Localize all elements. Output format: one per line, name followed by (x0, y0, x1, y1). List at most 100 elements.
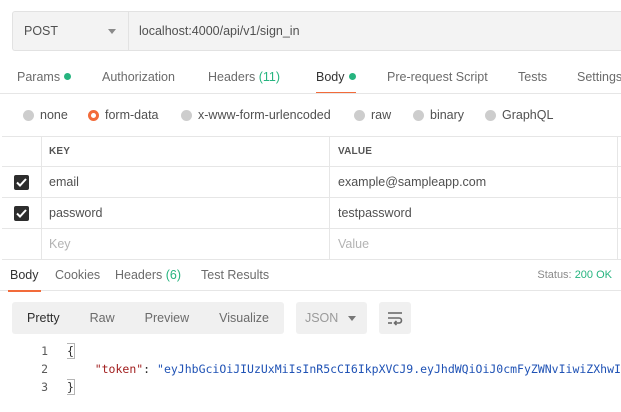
radio-binary[interactable]: binary (413, 104, 464, 126)
response-tab-test-results[interactable]: Test Results (201, 259, 269, 291)
response-headers-count: (6) (165, 268, 182, 282)
chevron-down-icon (108, 29, 116, 34)
radio-form-data-label: form-data (105, 108, 159, 122)
response-view-bar: Pretty Raw Preview Visualize JSON (12, 302, 411, 334)
tab-params[interactable]: Params (17, 62, 72, 93)
tab-settings-label: Settings (577, 70, 621, 84)
json-string-value: "eyJhbGciOiJIUzUxMiIsInR5cCI6IkpXVCJ9.ey… (157, 362, 621, 376)
tab-body-label: Body (316, 70, 345, 84)
response-tabs: Body Cookies Headers (6) Test Results St… (0, 259, 621, 292)
radio-raw[interactable]: raw (354, 104, 391, 126)
tab-pre-request-script[interactable]: Pre-request Script (387, 62, 488, 93)
url-text: localhost:4000/api/v1/sign_in (139, 24, 300, 38)
chevron-down-icon (347, 316, 356, 321)
response-tab-body-label: Body (10, 268, 39, 282)
value-cell[interactable]: testpassword (330, 198, 618, 228)
response-tab-cookies[interactable]: Cookies (55, 259, 100, 291)
header-checkbox-cell (2, 137, 42, 166)
status-code: 200 OK (574, 269, 612, 281)
value-text: testpassword (338, 206, 412, 220)
key-cell[interactable]: password (42, 198, 330, 228)
new-value-input[interactable]: Value (330, 229, 618, 259)
new-row-checkbox-cell (2, 229, 42, 259)
radio-selected-icon (88, 109, 99, 121)
response-status: Status: 200 OK (537, 259, 612, 291)
json-colon: : (143, 362, 158, 376)
new-key-input[interactable]: Key (42, 229, 330, 259)
tab-headers-count: (11) (258, 70, 281, 84)
format-select[interactable]: JSON (295, 302, 367, 334)
radio-graphql[interactable]: GraphQL (485, 104, 553, 126)
row-checkbox[interactable] (2, 167, 42, 197)
tab-tests[interactable]: Tests (518, 62, 547, 93)
radio-circle-icon (413, 109, 424, 121)
open-brace: { (67, 343, 75, 359)
response-tab-test-results-label: Test Results (201, 268, 270, 282)
check-icon (14, 205, 29, 221)
code-line: } (67, 378, 621, 396)
json-key: "token" (94, 362, 144, 376)
body-indicator-dot (348, 73, 356, 80)
tab-body[interactable]: Body (316, 62, 356, 94)
line-number: 2 (41, 362, 48, 376)
url-input[interactable]: localhost:4000/api/v1/sign_in (128, 11, 621, 51)
response-tab-cookies-label: Cookies (55, 268, 101, 282)
response-tab-headers-label: Headers (115, 268, 163, 282)
value-cell[interactable]: example@sampleapp.com (330, 167, 618, 197)
table-row-new: Key Value (2, 229, 621, 260)
tab-tests-label: Tests (518, 70, 548, 84)
code-line: { (67, 342, 621, 360)
tab-headers[interactable]: Headers (11) (208, 62, 280, 93)
value-text: example@sampleapp.com (338, 175, 487, 189)
table-header-row: KEY VALUE (2, 137, 621, 167)
radio-circle-icon (181, 109, 192, 121)
tab-params-label: Params (17, 70, 61, 84)
line-number: 3 (41, 380, 48, 394)
line-number: 1 (41, 344, 48, 358)
radio-urlencoded-label: x-www-form-urlencoded (198, 108, 331, 122)
key-cell[interactable]: email (42, 167, 330, 197)
form-data-table: KEY VALUE email example@sampleapp.com pa… (2, 136, 621, 260)
radio-none-label: none (40, 108, 68, 122)
key-text: email (49, 175, 79, 189)
column-header-value: VALUE (330, 137, 618, 166)
radio-raw-label: raw (371, 108, 392, 122)
key-text: password (49, 206, 103, 220)
tabs-divider (0, 93, 621, 94)
close-brace: } (67, 379, 75, 395)
tab-authorization-label: Authorization (102, 70, 175, 84)
radio-circle-icon (485, 109, 496, 121)
value-placeholder: Value (338, 237, 370, 251)
column-header-key: KEY (42, 137, 330, 166)
radio-urlencoded[interactable]: x-www-form-urlencoded (181, 104, 331, 126)
tab-pre-request-script-label: Pre-request Script (387, 70, 488, 84)
response-tab-body[interactable]: Body (8, 259, 40, 292)
code-line: "token": "eyJhbGciOiJIUzUxMiIsInR5cCI6Ik… (67, 360, 621, 378)
check-icon (14, 174, 29, 190)
key-placeholder: Key (49, 237, 71, 251)
line-number-gutter: 1 2 3 (0, 342, 50, 396)
wrap-lines-button[interactable] (378, 302, 411, 334)
view-visualize-button[interactable]: Visualize (204, 302, 284, 334)
tab-headers-label: Headers (208, 70, 256, 84)
request-tabs: Params Authorization Headers (11) Body P… (0, 62, 621, 94)
tab-authorization[interactable]: Authorization (102, 62, 175, 93)
format-label: JSON (304, 311, 339, 325)
view-raw-button[interactable]: Raw (75, 302, 130, 334)
view-preview-button[interactable]: Preview (130, 302, 204, 334)
params-indicator-dot (64, 73, 72, 80)
tab-settings[interactable]: Settings (577, 62, 621, 93)
response-body-editor[interactable]: 1 2 3 { "token": "eyJhbGciOiJIUzUxMiIsIn… (0, 342, 621, 402)
status-label: Status: (537, 269, 572, 281)
code-lines: { "token": "eyJhbGciOiJIUzUxMiIsInR5cCI6… (67, 342, 621, 396)
radio-binary-label: binary (430, 108, 465, 122)
radio-circle-icon (354, 109, 365, 121)
row-checkbox[interactable] (2, 198, 42, 228)
view-pretty-button[interactable]: Pretty (12, 302, 75, 334)
request-bar: POST localhost:4000/api/v1/sign_in (12, 11, 621, 51)
method-label: POST (24, 24, 59, 38)
radio-form-data[interactable]: form-data (88, 104, 159, 126)
radio-none[interactable]: none (23, 104, 68, 126)
response-tab-headers[interactable]: Headers (6) (115, 259, 181, 291)
method-select[interactable]: POST (12, 11, 128, 51)
